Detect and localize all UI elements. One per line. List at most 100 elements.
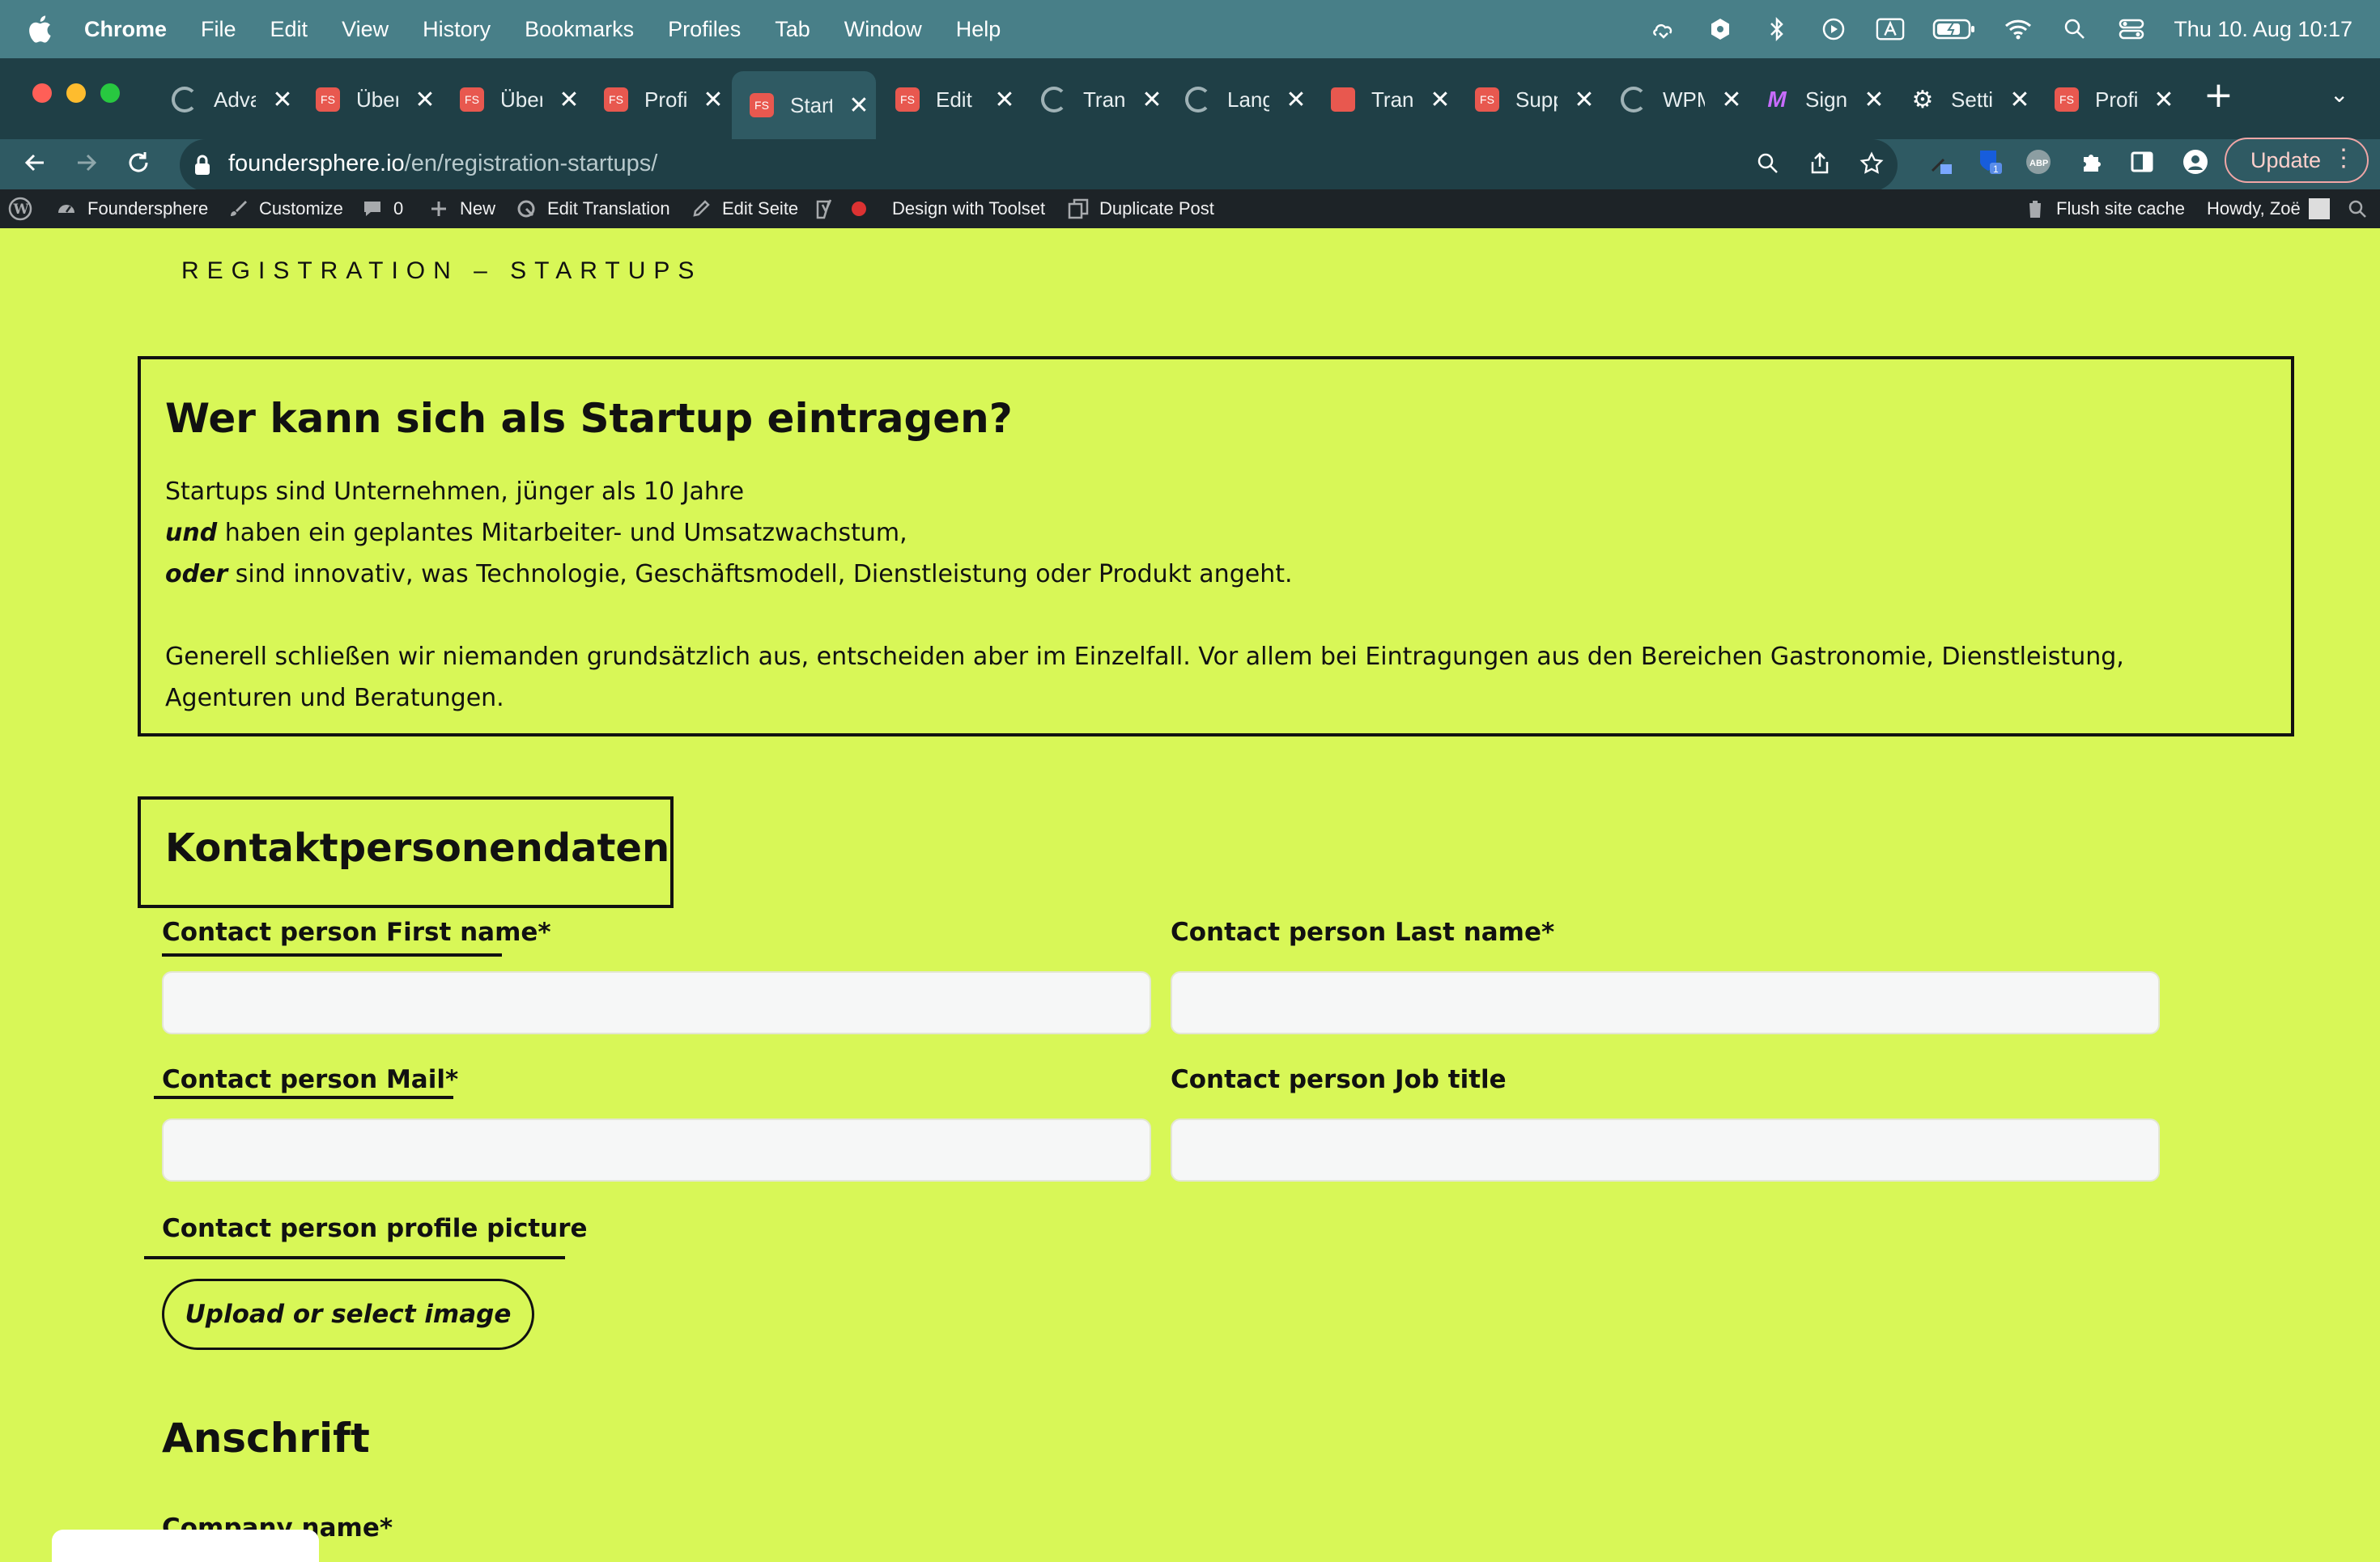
tab-6[interactable]: FS Edit ✕ (878, 71, 1022, 128)
tab-8[interactable]: Lang ✕ (1167, 71, 1311, 128)
tab-12[interactable]: M Sign ✕ (1747, 71, 1891, 128)
wp-new[interactable]: New (427, 189, 495, 228)
page-title: REGISTRATION – STARTUPS (181, 257, 703, 284)
back-arrow-icon[interactable] (15, 142, 55, 183)
side-panel-icon[interactable] (2124, 144, 2160, 180)
wifi-icon[interactable] (2004, 15, 2033, 44)
menu-help[interactable]: Help (956, 17, 1001, 42)
bluetooth-icon[interactable] (1762, 15, 1791, 44)
first-name-input[interactable] (162, 971, 1151, 1034)
apple-icon[interactable] (28, 15, 60, 44)
cloud-sync-icon[interactable] (1649, 15, 1678, 44)
tab-close-icon[interactable]: ✕ (1572, 86, 1596, 114)
bitwarden-extension-icon[interactable]: 1 (1972, 144, 2008, 180)
wp-customize[interactable]: Customize (227, 189, 343, 228)
menu-bookmarks[interactable]: Bookmarks (525, 17, 634, 42)
tab-close-icon[interactable]: ✕ (270, 86, 295, 114)
wp-edit-page[interactable]: Edit Seite (690, 189, 798, 228)
menu-history[interactable]: History (423, 17, 491, 42)
tab-7[interactable]: Tran ✕ (1023, 71, 1167, 128)
job-title-input[interactable] (1171, 1118, 2160, 1182)
wordpress-logo-icon[interactable]: W (8, 189, 32, 228)
zoom-window-button[interactable] (100, 83, 120, 103)
tab-close-icon[interactable]: ✕ (992, 86, 1017, 114)
mail-input[interactable] (162, 1118, 1151, 1182)
tab-close-icon[interactable]: ✕ (701, 86, 725, 114)
window-controls (32, 83, 120, 103)
tab-close-icon[interactable]: ✕ (1719, 86, 1744, 114)
tab-4[interactable]: FS Profi ✕ (586, 71, 730, 128)
profile-avatar-icon[interactable] (2178, 144, 2213, 180)
seo-status-dot-icon[interactable] (852, 189, 866, 228)
tab-close-icon[interactable]: ✕ (1428, 86, 1452, 114)
tab-14[interactable]: FS Profi ✕ (2037, 71, 2181, 128)
menu-window[interactable]: Window (844, 17, 922, 42)
zoom-magnifier-icon[interactable] (1752, 147, 1784, 180)
tab-close-icon[interactable]: ✕ (1140, 86, 1164, 114)
wp-howdy-account[interactable]: Howdy, Zoë (2207, 189, 2330, 228)
tab-9[interactable]: Tran ✕ (1313, 71, 1457, 128)
wp-comments[interactable]: 0 (361, 189, 403, 228)
eyedropper-extension-icon[interactable] (1923, 144, 1959, 180)
tab-10[interactable]: FS Supp ✕ (1457, 71, 1601, 128)
tab-3[interactable]: FS Über ✕ (442, 71, 586, 128)
share-icon[interactable] (1804, 147, 1836, 180)
menu-tab[interactable]: Tab (775, 17, 810, 42)
wp-flush-cache[interactable]: Flush site cache (2024, 189, 2185, 228)
yoast-seo-icon[interactable] (814, 189, 839, 228)
tab-close-icon[interactable]: ✕ (1284, 86, 1308, 114)
menubar-clock[interactable]: Thu 10. Aug 10:17 (2174, 17, 2352, 42)
forward-arrow-icon[interactable] (66, 142, 107, 183)
tab-close-icon[interactable]: ✕ (1862, 86, 1886, 114)
wp-edit-translation[interactable]: Edit Translation (515, 189, 670, 228)
info-line-3-text: sind innovativ, was Technologie, Geschäf… (227, 560, 1293, 588)
chrome-update-button[interactable]: Update ⋮ (2225, 138, 2369, 183)
upload-image-button[interactable]: Upload or select image (162, 1279, 534, 1350)
tab-close-icon[interactable]: ✕ (847, 91, 871, 120)
tab-13[interactable]: ⚙ Setti ✕ (1893, 71, 2037, 128)
address-bar[interactable]: foundersphere.io/en/registration-startup… (180, 139, 1898, 191)
lock-icon[interactable] (189, 152, 215, 178)
wp-search-icon[interactable] (2348, 189, 2367, 228)
battery-icon[interactable] (1932, 15, 1976, 44)
mail-underline (154, 1096, 453, 1099)
keyboard-input-icon[interactable] (1876, 15, 1905, 44)
tab-close-icon[interactable]: ✕ (557, 86, 581, 114)
reload-icon[interactable] (118, 142, 159, 183)
extensions-puzzle-icon[interactable] (2074, 144, 2110, 180)
control-center-icon[interactable] (2117, 15, 2146, 44)
play-circle-icon[interactable] (1819, 15, 1848, 44)
menu-app-name[interactable]: Chrome (84, 17, 167, 42)
spotlight-search-icon[interactable] (2060, 15, 2089, 44)
last-name-label: Contact person Last name* (1171, 918, 1555, 947)
menu-file[interactable]: File (201, 17, 236, 42)
tab-close-icon[interactable]: ✕ (2008, 86, 2032, 114)
close-window-button[interactable] (32, 83, 52, 103)
tab-close-icon[interactable]: ✕ (2152, 86, 2176, 114)
tab-11[interactable]: WPM ✕ (1603, 71, 1747, 128)
url-text[interactable]: foundersphere.io/en/registration-startup… (228, 151, 657, 177)
tab-close-icon[interactable]: ✕ (413, 86, 437, 114)
menu-edit[interactable]: Edit (270, 17, 308, 42)
minimize-window-button[interactable] (66, 83, 86, 103)
wp-site-name[interactable]: Foundersphere (55, 189, 208, 228)
bottom-overlay-panel (52, 1530, 319, 1562)
wp-toolset[interactable]: Design with Toolset (892, 189, 1045, 228)
eligibility-info-box: Wer kann sich als Startup eintragen? Sta… (138, 356, 2294, 736)
wp-duplicate-post[interactable]: Duplicate Post (1067, 189, 1214, 228)
bookmark-star-icon[interactable] (1855, 147, 1888, 180)
hexagon-app-icon[interactable] (1706, 15, 1735, 44)
adblock-extension-icon[interactable]: ABP (2021, 144, 2056, 180)
tab-1[interactable]: Adva ✕ (154, 71, 298, 128)
kebab-menu-icon[interactable]: ⋮ (2331, 144, 2356, 172)
menu-profiles[interactable]: Profiles (668, 17, 741, 42)
wp-admin-bar: W Foundersphere Customize 0 New Edit Tra… (0, 189, 2380, 228)
new-tab-plus-icon[interactable]: + (2204, 74, 2233, 116)
last-name-input[interactable] (1171, 971, 2160, 1034)
plus-icon (427, 197, 450, 220)
menu-view[interactable]: View (342, 17, 389, 42)
tab-2[interactable]: FS Über ✕ (298, 71, 442, 128)
address-heading: Anschrift (162, 1415, 370, 1462)
tab-search-chevron-icon[interactable]: ⌄ (2330, 81, 2348, 108)
tab-5-active[interactable]: FS Start ✕ (732, 71, 876, 139)
